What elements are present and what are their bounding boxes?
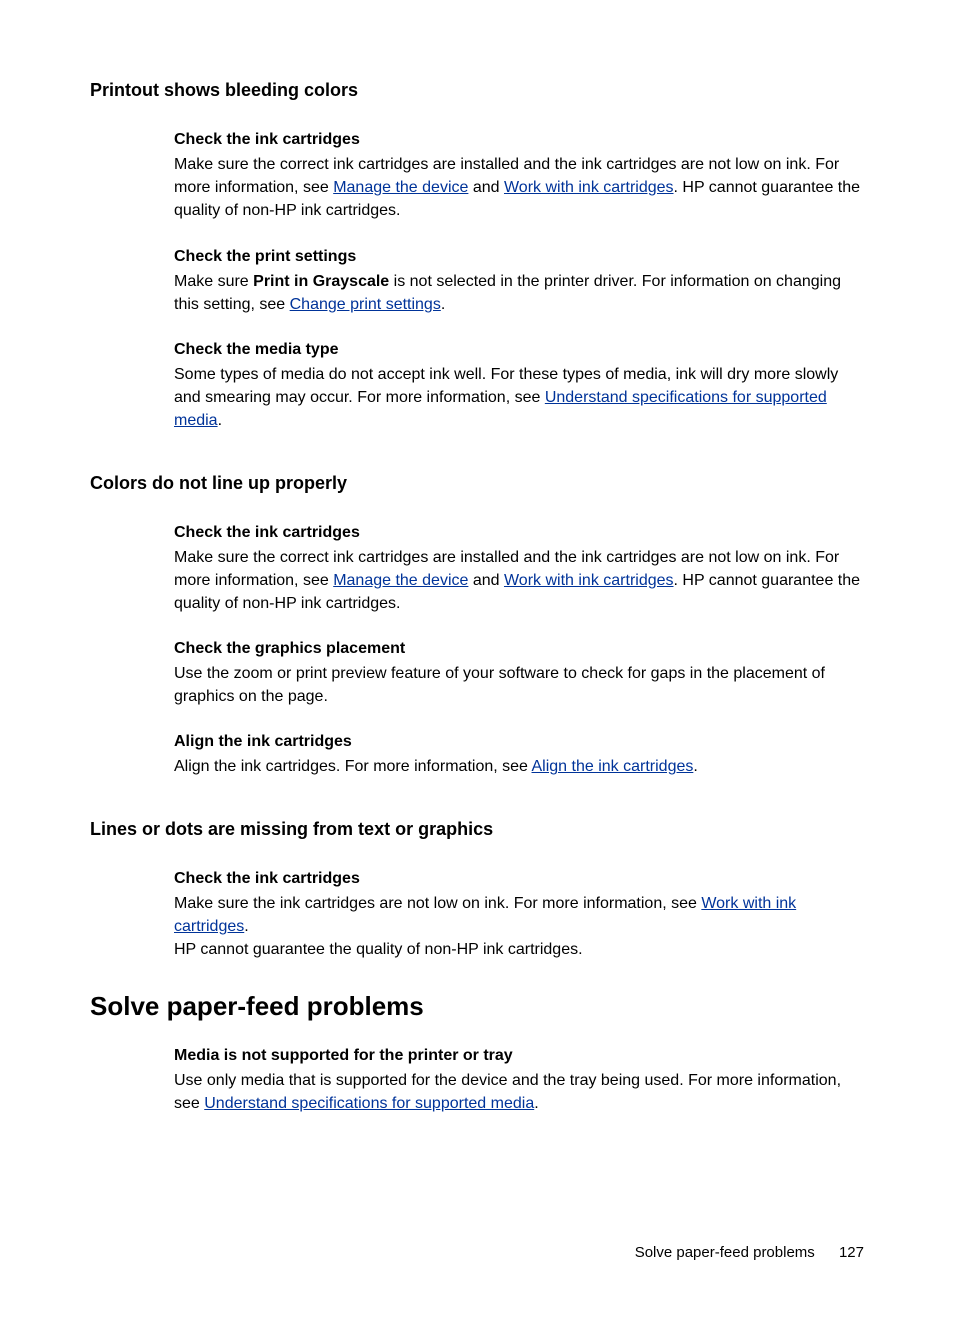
subheading: Check the graphics placement [174,640,864,658]
body-text: Some types of media do not accept ink we… [174,363,864,433]
page-number: 127 [839,1244,864,1261]
text-fragment: HP cannot guarantee the quality of non-H… [174,941,583,958]
text-fragment: Make sure the ink cartridges are not low… [174,895,701,912]
block-check-ink-cartridges-3: Check the ink cartridges Make sure the i… [174,870,864,962]
section-heading-solve-paper-feed: Solve paper-feed problems [90,991,864,1022]
link-work-with-ink-cartridges[interactable]: Work with ink cartridges [504,179,674,196]
text-fragment: . [244,918,248,935]
link-work-with-ink-cartridges[interactable]: Work with ink cartridges [504,572,674,589]
page-footer: Solve paper-feed problems 127 [635,1244,864,1261]
section-heading-lines-dots-missing: Lines or dots are missing from text or g… [90,819,864,840]
text-fragment: and [468,572,504,589]
block-media-not-supported: Media is not supported for the printer o… [174,1047,864,1115]
block-check-graphics-placement: Check the graphics placement Use the zoo… [174,640,864,708]
body-text: Use the zoom or print preview feature of… [174,662,864,708]
text-fragment: . [693,758,697,775]
block-align-ink-cartridges: Align the ink cartridges Align the ink c… [174,733,864,778]
link-understand-specifications[interactable]: Understand specifications for supported … [204,1095,534,1112]
text-fragment: Align the ink cartridges. For more infor… [174,758,532,775]
subheading: Media is not supported for the printer o… [174,1047,864,1065]
body-text: Make sure Print in Grayscale is not sele… [174,270,864,316]
subheading: Check the ink cartridges [174,131,864,149]
body-text: Align the ink cartridges. For more infor… [174,755,864,778]
body-text: Use only media that is supported for the… [174,1069,864,1115]
block-check-media-type: Check the media type Some types of media… [174,341,864,433]
footer-text: Solve paper-feed problems [635,1244,815,1261]
body-text: Make sure the ink cartridges are not low… [174,892,864,962]
subheading: Align the ink cartridges [174,733,864,751]
block-check-print-settings: Check the print settings Make sure Print… [174,248,864,316]
text-fragment: Make sure [174,273,253,290]
link-align-the-ink-cartridges[interactable]: Align the ink cartridges [532,758,694,775]
subheading: Check the media type [174,341,864,359]
block-check-ink-cartridges-2: Check the ink cartridges Make sure the c… [174,524,864,616]
document-page: Printout shows bleeding colors Check the… [0,0,954,1321]
text-fragment: . [534,1095,538,1112]
link-manage-the-device[interactable]: Manage the device [333,572,468,589]
link-change-print-settings[interactable]: Change print settings [290,296,441,313]
body-text: Make sure the correct ink cartridges are… [174,546,864,616]
text-fragment: . [441,296,445,313]
subheading: Check the print settings [174,248,864,266]
block-check-ink-cartridges-1: Check the ink cartridges Make sure the c… [174,131,864,223]
subheading: Check the ink cartridges [174,524,864,542]
body-text: Make sure the correct ink cartridges are… [174,153,864,223]
bold-print-in-grayscale: Print in Grayscale [253,273,389,290]
text-fragment: . [218,412,222,429]
section-heading-colors-line-up: Colors do not line up properly [90,473,864,494]
section-heading-bleeding-colors: Printout shows bleeding colors [90,80,864,101]
subheading: Check the ink cartridges [174,870,864,888]
link-manage-the-device[interactable]: Manage the device [333,179,468,196]
text-fragment: and [468,179,504,196]
